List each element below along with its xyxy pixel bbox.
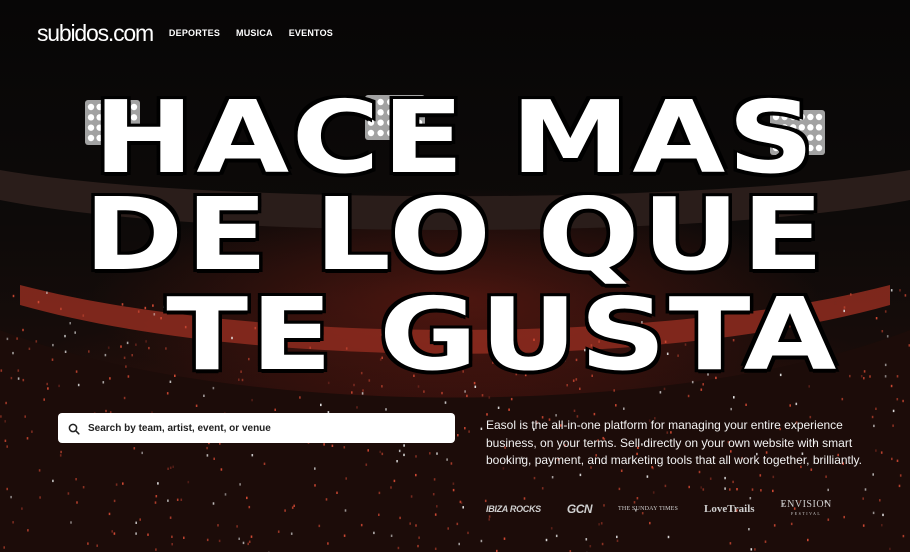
headline-line-1: HACE MAS [93,79,817,196]
envision-subtitle: FESTIVAL [790,511,822,516]
hero-description: Easol is the all-in-one platform for man… [486,418,862,467]
partner-logo-lovetrails: LoveTrails [704,503,755,515]
partner-logo-envision: ENVISION FESTIVAL [781,500,832,518]
partner-logos: IBIZA ROCKS GCN THE SUNDAY TIMES LoveTra… [486,500,832,518]
search-bar[interactable] [58,413,455,443]
headline-line-2: DE LO QUE [83,176,827,293]
hero-section: subidos.com DEPORTES MUSICA EVENTOS HACE… [0,0,910,552]
hero-headline: HACE MAS DE LO QUE TE GUSTA [0,0,910,400]
partner-logo-sunday-times: THE SUNDAY TIMES [618,505,679,512]
headline-line-3: TE GUSTA [166,276,839,393]
partner-logo-gcn: GCN [566,502,593,516]
search-icon [68,422,80,435]
partner-logo-ibiza-rocks: IBIZA ROCKS [486,504,541,514]
search-input[interactable] [88,422,455,434]
